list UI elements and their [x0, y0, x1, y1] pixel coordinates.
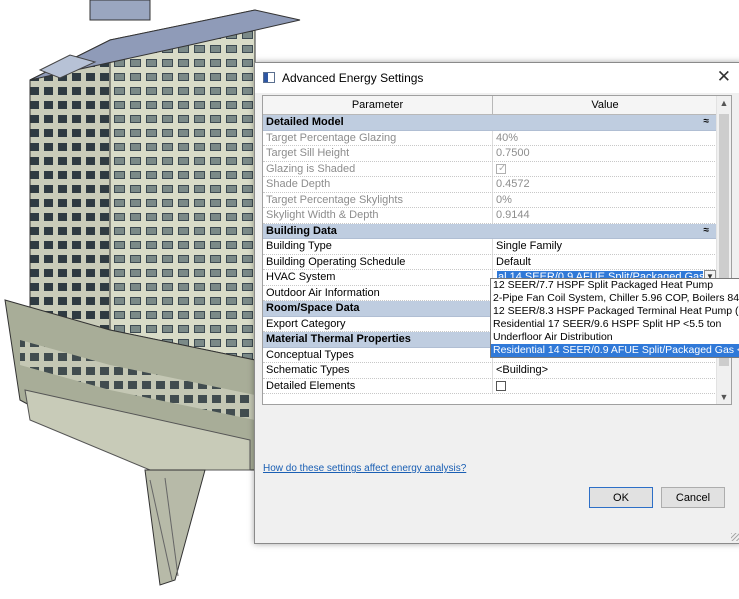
close-icon[interactable]: ✕ — [717, 67, 731, 87]
parameter-label: Outdoor Air Information — [266, 286, 380, 299]
parameter-label: Building Type — [266, 240, 332, 252]
property-row-building-type[interactable]: Building Type Single Family — [263, 239, 717, 255]
property-row-target-percentage-glazing[interactable]: Target Percentage Glazing 40% — [263, 130, 717, 146]
parameter-label: Schematic Types — [266, 364, 350, 376]
value-checkbox[interactable] — [496, 380, 506, 391]
parameter-label: Building Data — [266, 224, 337, 237]
header-value[interactable]: Value — [493, 99, 717, 111]
energy-analysis-help-link[interactable]: How do these settings affect energy anal… — [263, 463, 466, 474]
hvac-system-dropdown-list[interactable]: 12 SEER/7.7 HSPF Split Packaged Heat Pum… — [490, 278, 739, 358]
scroll-up-icon[interactable]: ▲ — [717, 98, 731, 108]
parameter-label: Conceptual Types — [266, 348, 354, 361]
parameter-label: Building Operating Schedule — [266, 255, 406, 268]
dialog-titlebar: Advanced Energy Settings ✕ — [255, 63, 739, 93]
parameter-label: Export Category — [266, 317, 346, 330]
property-row-detailed-elements[interactable]: Detailed Elements — [263, 378, 717, 394]
property-row-shade-depth[interactable]: Shade Depth 0.4572 — [263, 177, 717, 193]
value-cell: 40% — [496, 131, 519, 144]
settings-grid: Parameter Value Detailed Model ≈ Target Pe… — [262, 95, 732, 405]
parameter-label: Target Percentage Glazing — [266, 131, 397, 144]
grid-header: Parameter Value — [263, 96, 717, 115]
cancel-button[interactable]: Cancel — [661, 487, 725, 508]
value-cell[interactable]: Single Family — [496, 239, 562, 253]
property-row-skylight-width-depth[interactable]: Skylight Width & Depth 0.9144 — [263, 208, 717, 224]
dialog-title: Advanced Energy Settings — [282, 71, 424, 85]
parameter-label: Target Sill Height — [266, 147, 350, 159]
dropdown-option[interactable]: 2-Pipe Fan Coil System, Chiller 5.96 COP… — [491, 292, 739, 305]
parameter-label: HVAC System — [266, 271, 336, 283]
resize-grip[interactable] — [731, 533, 739, 541]
property-row-schematic-types[interactable]: Schematic Types <Building> — [263, 363, 717, 379]
parameter-label: Skylight Width & Depth — [266, 209, 379, 221]
parameter-label: Room/Space Data — [266, 302, 360, 314]
column-separator — [492, 130, 493, 145]
property-row-target-sill-height[interactable]: Target Sill Height 0.7500 — [263, 146, 717, 162]
value-cell[interactable]: <Building> — [496, 363, 548, 377]
column-separator — [492, 378, 493, 393]
revit-app-icon — [263, 72, 275, 83]
scroll-down-icon[interactable]: ▼ — [717, 392, 731, 402]
parameter-label: Glazing is Shaded — [266, 162, 356, 175]
parameter-label: Shade Depth — [266, 178, 331, 190]
value-checkbox: ✓ — [496, 162, 507, 174]
category-detailed-model[interactable]: Detailed Model ≈ — [263, 115, 717, 131]
dropdown-option[interactable]: 12 SEER/8.3 HSPF Packaged Terminal Heat … — [491, 305, 739, 318]
value-cell: 0.7500 — [496, 147, 530, 159]
column-separator — [492, 146, 493, 161]
column-separator — [492, 192, 493, 207]
value-cell[interactable]: Default — [496, 255, 531, 269]
parameter-label: Detailed Model — [266, 116, 344, 128]
column-separator — [492, 208, 493, 223]
dropdown-option[interactable]: Residential 14 SEER/8.3 HSPF Split Packa… — [491, 357, 739, 358]
column-separator — [492, 239, 493, 254]
property-row-target-percentage-skylights[interactable]: Target Percentage Skylights 0% — [263, 192, 717, 208]
header-parameter[interactable]: Parameter — [263, 99, 492, 111]
category-building-data[interactable]: Building Data ≈ — [263, 223, 717, 239]
column-separator — [492, 177, 493, 192]
column-separator — [492, 161, 493, 176]
collapse-chevron-icon[interactable]: ≈ — [704, 115, 710, 129]
dropdown-option[interactable]: 12 SEER/7.7 HSPF Split Packaged Heat Pum… — [491, 279, 739, 292]
property-row-building-operating-schedule[interactable]: Building Operating Schedule Default — [263, 254, 717, 270]
parameter-label: Material Thermal Properties — [266, 333, 411, 345]
dropdown-option[interactable]: Residential 14 SEER/0.9 AFUE Split/Packa… — [491, 344, 739, 357]
dropdown-option[interactable]: Underfloor Air Distribution — [491, 331, 739, 344]
parameter-label: Target Percentage Skylights — [266, 193, 403, 206]
value-cell: 0% — [496, 193, 512, 206]
column-separator — [492, 363, 493, 378]
value-cell: 0.4572 — [496, 178, 530, 190]
column-separator — [492, 254, 493, 269]
dropdown-option[interactable]: Residential 17 SEER/9.6 HSPF Split HP <5… — [491, 318, 739, 331]
value-cell: 0.9144 — [496, 209, 530, 221]
property-row-glazing-is-shaded[interactable]: Glazing is Shaded ✓ — [263, 161, 717, 177]
checkmark-icon: ✓ — [498, 162, 507, 174]
parameter-label: Detailed Elements — [266, 379, 356, 392]
collapse-chevron-icon[interactable]: ≈ — [704, 224, 710, 238]
ok-button[interactable]: OK — [589, 487, 653, 508]
